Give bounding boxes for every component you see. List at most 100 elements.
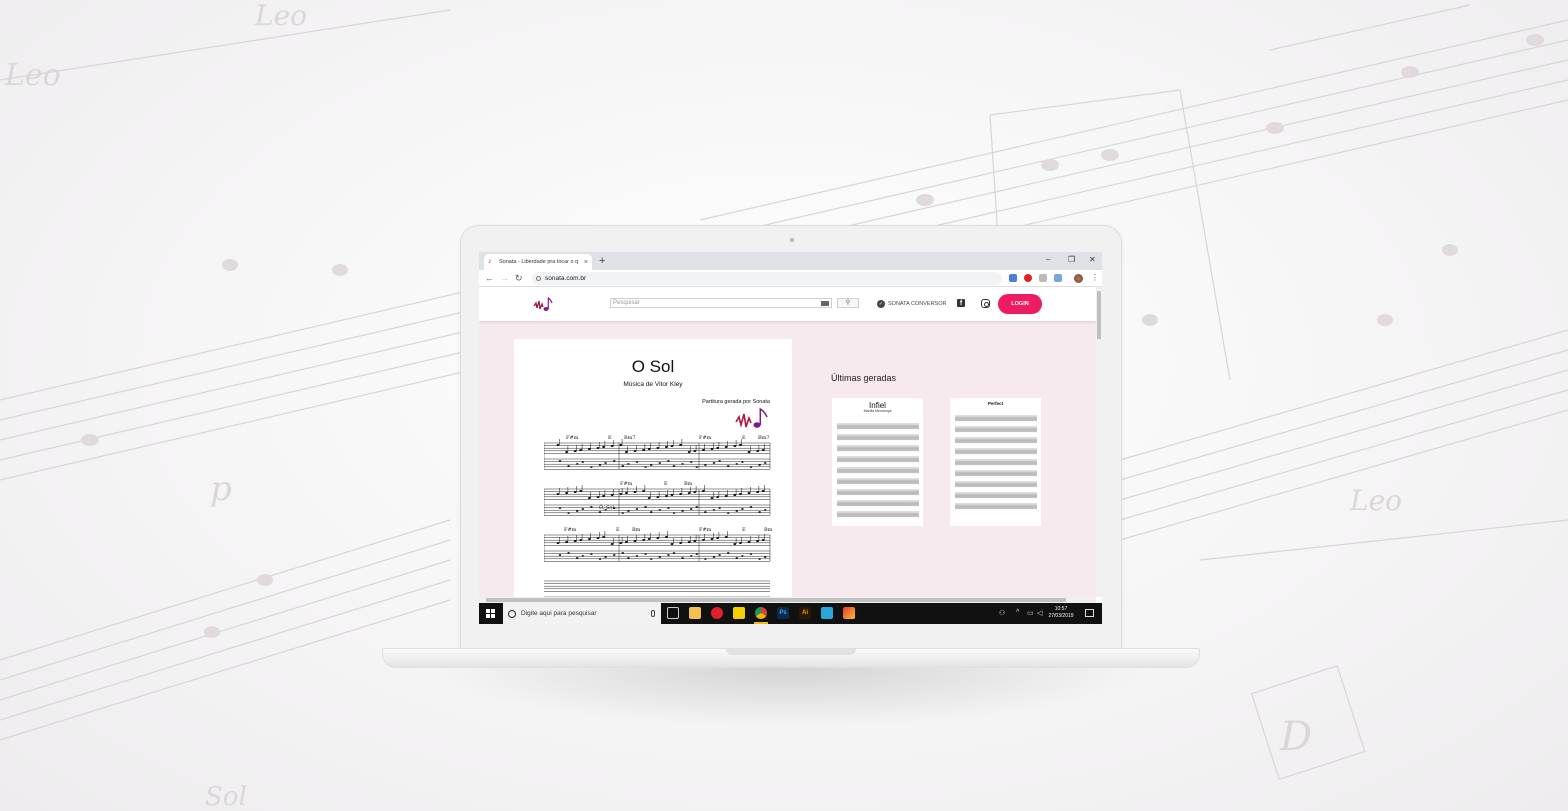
extension-icon[interactable] xyxy=(1039,274,1047,282)
note-head xyxy=(733,494,737,496)
sonata-favicon-icon: ♪ xyxy=(488,258,492,265)
note-head xyxy=(573,540,577,542)
scrollbar-thumb[interactable] xyxy=(486,598,1066,602)
windows-start-icon[interactable] xyxy=(486,609,495,618)
chord-label: Bm xyxy=(632,527,641,533)
note-head xyxy=(588,497,591,499)
task-view-icon[interactable] xyxy=(667,607,679,619)
taskbar-clock[interactable]: 10:57 27/03/2019 xyxy=(1046,606,1076,620)
note-head xyxy=(598,511,602,513)
note-head xyxy=(718,554,721,556)
illustrator-icon[interactable]: Ai xyxy=(799,607,811,619)
sticky-notes-icon[interactable] xyxy=(733,607,745,619)
browser-toolbar: ← → ↻ sonata.com.br ⋮ xyxy=(479,270,1102,287)
note-head xyxy=(633,450,637,452)
note-head xyxy=(567,552,570,554)
active-app-indicator xyxy=(754,622,768,624)
facebook-icon[interactable]: f xyxy=(957,299,965,307)
instagram-icon[interactable] xyxy=(981,299,990,308)
note-head xyxy=(658,509,662,511)
chord-label: E xyxy=(742,527,746,533)
note-head xyxy=(670,494,674,496)
sonata-conversor-link[interactable]: ✓ SONATA CONVERSOR xyxy=(877,300,946,308)
note-head xyxy=(712,509,716,511)
note-head xyxy=(644,553,647,555)
app-icon[interactable] xyxy=(843,607,855,619)
note-head xyxy=(658,556,662,558)
sonata-watermark-logo xyxy=(735,407,768,429)
new-tab-button[interactable]: + xyxy=(599,254,605,268)
latest-item-perfect[interactable]: Perfect xyxy=(950,398,1041,526)
restore-button[interactable]: ❐ xyxy=(1068,255,1075,264)
note-head xyxy=(693,491,697,493)
note-head xyxy=(704,558,707,560)
sheet-music-preview[interactable]: O Sol Música de Vitor Kley Partitura ger… xyxy=(514,339,792,597)
site-search-input[interactable]: Pesquisar xyxy=(610,298,832,308)
tray-chevron-icon[interactable]: ^ xyxy=(1016,609,1019,616)
laptop-screen: ♪ Sonata - Liberdade pra tocar o q × + –… xyxy=(479,252,1102,624)
latest-item-infiel[interactable]: Infiel Marília Mendonça xyxy=(832,398,923,526)
browser-menu-icon[interactable]: ⋮ xyxy=(1091,273,1099,282)
login-button[interactable]: LOGIN xyxy=(998,294,1042,314)
address-bar[interactable]: sonata.com.br xyxy=(532,272,1002,285)
people-icon[interactable]: ⚇ xyxy=(999,609,1005,617)
translate-extension-icon[interactable] xyxy=(1009,274,1017,282)
download-extension-icon[interactable] xyxy=(1054,274,1062,282)
note-head xyxy=(704,511,707,513)
microphone-icon[interactable] xyxy=(651,610,655,617)
app-icon[interactable] xyxy=(821,607,833,619)
taskbar-search[interactable]: Digite aqui para pesquisar xyxy=(503,603,661,624)
webcam xyxy=(790,238,794,242)
note-head xyxy=(588,448,591,450)
notifications-icon[interactable] xyxy=(1085,609,1094,617)
chrome-icon[interactable] xyxy=(755,607,767,619)
windows-taskbar: Digite aqui para pesquisar Ps Ai ⚇ ^ ▭ ◁… xyxy=(479,603,1102,624)
keyboard-icon[interactable] xyxy=(821,300,829,306)
back-arrow-icon[interactable]: ← xyxy=(485,272,494,284)
note-head xyxy=(718,507,721,509)
browser-tab[interactable]: ♪ Sonata - Liberdade pra tocar o q × xyxy=(484,254,592,270)
vertical-scrollbar[interactable] xyxy=(1096,287,1102,597)
profile-avatar[interactable] xyxy=(1074,274,1083,283)
network-icon[interactable]: ▭ xyxy=(1027,609,1034,617)
file-explorer-icon[interactable] xyxy=(689,607,701,619)
note-head xyxy=(621,512,625,514)
close-window-button[interactable]: ✕ xyxy=(1089,255,1096,264)
note-head xyxy=(763,556,767,558)
note-head xyxy=(656,496,660,498)
sonata-logo[interactable] xyxy=(532,295,554,313)
note-head xyxy=(565,451,568,453)
photoshop-icon[interactable]: Ps xyxy=(777,607,789,619)
forward-arrow-icon[interactable]: → xyxy=(500,272,509,284)
note-head xyxy=(693,450,697,452)
note-head xyxy=(667,507,670,509)
note-head xyxy=(647,448,651,450)
volume-icon[interactable]: ◁ xyxy=(1037,609,1042,617)
note-head xyxy=(581,461,585,463)
laptop-notch xyxy=(726,649,856,655)
reload-icon[interactable]: ↻ xyxy=(515,272,523,284)
sonata-website: Pesquisar ⚲ ✓ SONATA CONVERSOR f LOGIN O… xyxy=(479,287,1096,597)
note-head xyxy=(625,492,628,494)
note-head xyxy=(567,465,570,467)
note-head xyxy=(741,461,744,463)
opera-icon[interactable] xyxy=(711,607,723,619)
conversor-label: SONATA CONVERSOR xyxy=(888,301,947,307)
latest-generated-heading: Últimas geradas xyxy=(831,373,897,383)
note-head xyxy=(724,536,728,538)
chord-label: E xyxy=(664,481,668,487)
minimize-button[interactable]: – xyxy=(1046,255,1050,264)
note-head xyxy=(689,508,693,510)
svg-text:Sol: Sol xyxy=(205,782,247,811)
scrollbar-thumb[interactable] xyxy=(1097,291,1101,339)
note-head xyxy=(656,537,660,539)
tab-close-icon[interactable]: × xyxy=(584,259,588,266)
search-button[interactable]: ⚲ xyxy=(837,298,859,308)
opera-extension-icon[interactable] xyxy=(1024,274,1032,282)
note-head xyxy=(598,558,602,560)
site-info-icon[interactable] xyxy=(536,276,541,281)
note-head xyxy=(739,493,742,495)
note-head xyxy=(649,464,653,466)
chord-label: F#m xyxy=(699,527,712,533)
note-head xyxy=(579,539,583,541)
